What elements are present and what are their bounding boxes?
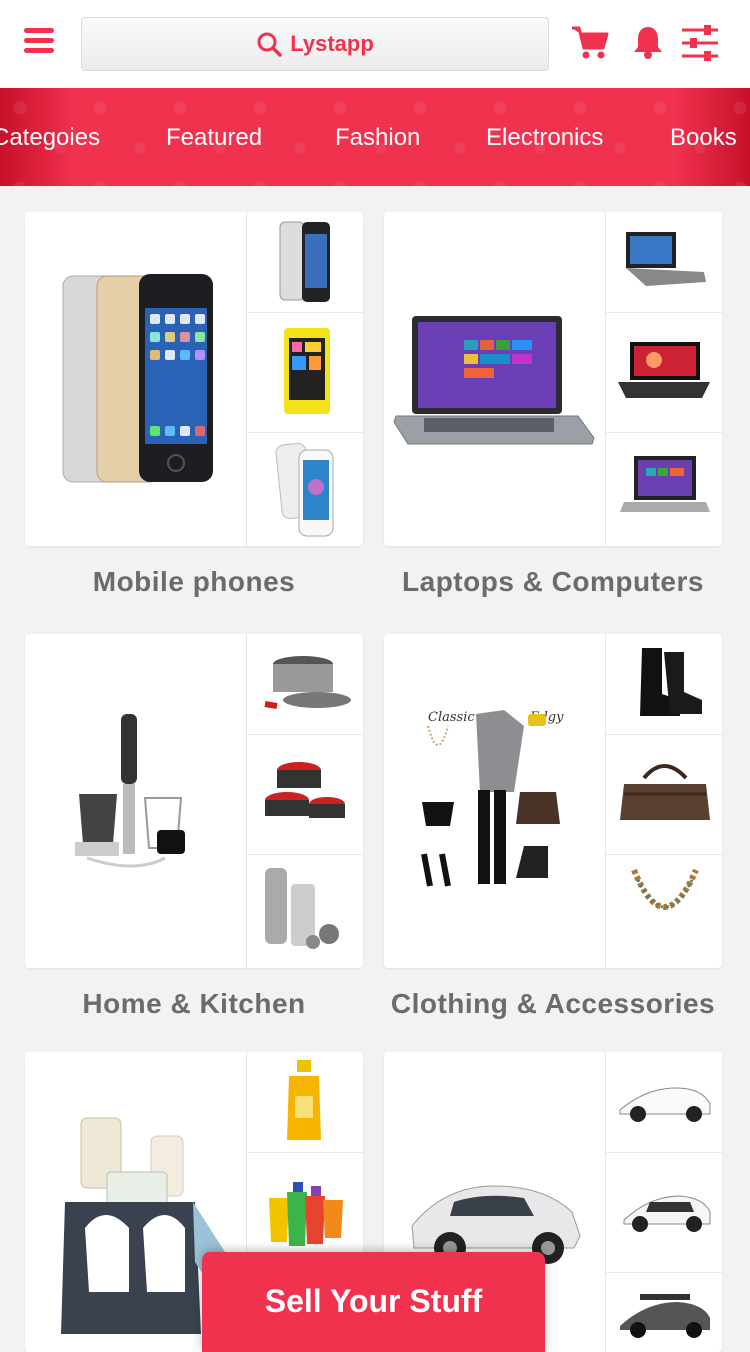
category-card-laptops-computers[interactable]	[384, 212, 722, 546]
tab-fashion[interactable]: Fashion	[335, 124, 420, 152]
category-card-clothing-accessories[interactable]: Classic Edgy	[384, 634, 722, 968]
tab-featured[interactable]: Featured	[166, 124, 262, 152]
thumbnail-column	[605, 212, 722, 546]
thumbnail[interactable]	[247, 312, 363, 433]
thumbnail[interactable]	[606, 1272, 722, 1352]
sell-your-stuff-button[interactable]: Sell Your Stuff	[202, 1252, 545, 1352]
tab-electronics[interactable]: Electronics	[486, 124, 603, 152]
thumbnail[interactable]	[247, 432, 363, 546]
bell-icon[interactable]	[632, 24, 664, 60]
category-label-clothing-accessories[interactable]: Clothing & Accessories	[384, 988, 722, 1020]
cart-icon[interactable]	[570, 24, 610, 62]
category-card-home-kitchen[interactable]	[25, 634, 363, 968]
blender-hero-image	[25, 634, 246, 968]
thumbnail[interactable]	[606, 854, 722, 968]
tab-books[interactable]: Books	[670, 124, 737, 152]
search-bar[interactable]: Lystapp	[81, 17, 549, 71]
outfit-hero-image: Classic Edgy	[384, 634, 605, 968]
thumbnail[interactable]	[606, 634, 722, 735]
laptop-hero-image	[384, 212, 605, 546]
top-bar: Lystapp	[0, 0, 750, 88]
category-tab-bar[interactable]: Categoies Featured Fashion Electronics B…	[0, 88, 750, 186]
thumbnail[interactable]	[606, 212, 722, 313]
phone-hero-image	[25, 212, 246, 546]
thumbnail[interactable]	[606, 432, 722, 546]
thumbnail[interactable]	[606, 312, 722, 433]
thumbnail[interactable]	[247, 854, 363, 968]
search-text: Lystapp	[290, 31, 374, 56]
category-label-laptops-computers[interactable]: Laptops & Computers	[384, 566, 722, 598]
thumbnail[interactable]	[247, 734, 363, 855]
category-card-mobile-phones[interactable]	[25, 212, 363, 546]
category-label-home-kitchen[interactable]: Home & Kitchen	[25, 988, 363, 1020]
thumbnail[interactable]	[606, 1152, 722, 1273]
category-label-mobile-phones[interactable]: Mobile phones	[25, 566, 363, 598]
thumbnail[interactable]	[247, 1052, 363, 1153]
tab-categories[interactable]: Categoies	[0, 124, 100, 152]
thumbnail[interactable]	[606, 734, 722, 855]
thumbnail-column	[246, 634, 363, 968]
thumbnail[interactable]	[247, 634, 363, 735]
thumbnail[interactable]	[606, 1052, 722, 1153]
search-icon	[257, 32, 282, 57]
menu-icon[interactable]	[24, 28, 56, 54]
thumbnail-column	[605, 1052, 722, 1352]
filter-sliders-icon[interactable]	[680, 22, 720, 64]
thumbnail-column	[605, 634, 722, 968]
thumbnail-column	[246, 212, 363, 546]
thumbnail[interactable]	[247, 212, 363, 313]
